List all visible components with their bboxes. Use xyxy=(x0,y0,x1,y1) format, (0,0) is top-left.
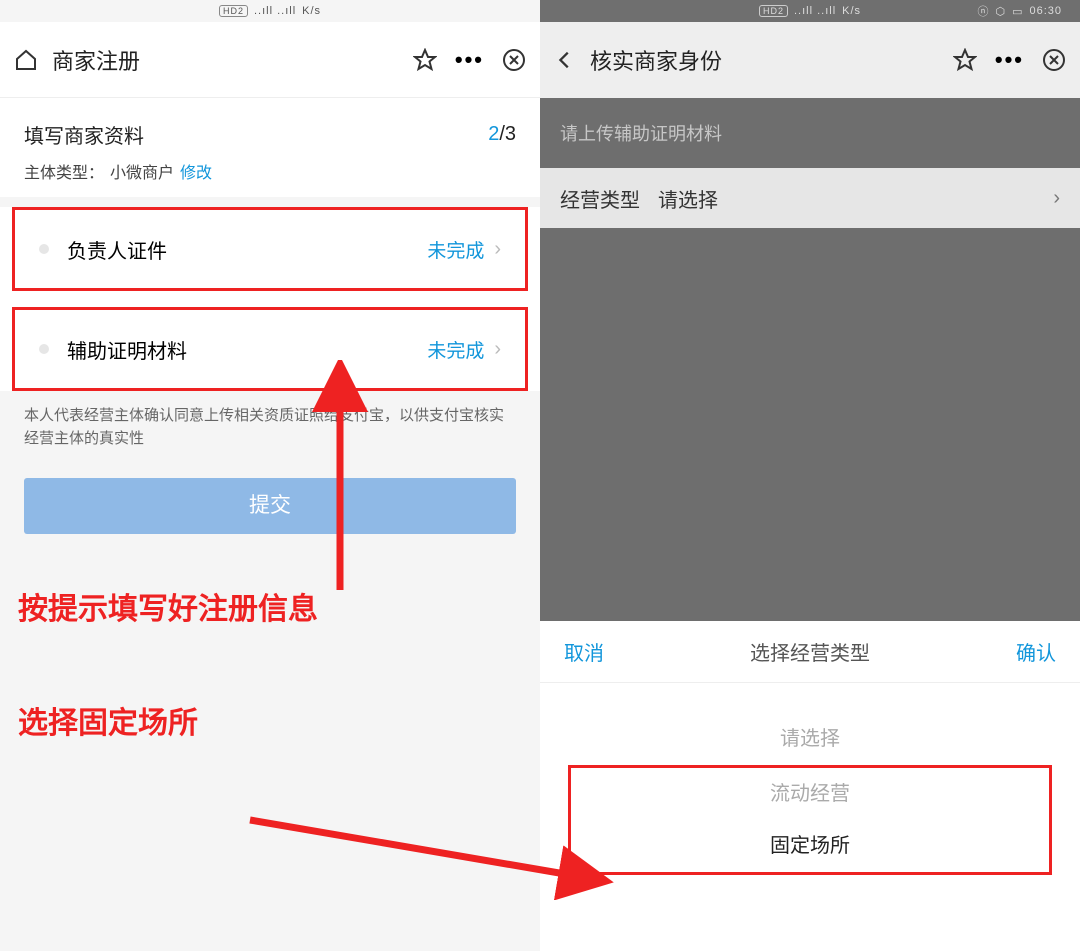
more-icon[interactable]: ••• xyxy=(995,47,1024,73)
left-screen: HD2 ..ıll ..ıll K/s 商家注册 ••• xyxy=(0,0,540,951)
status-bar: HD2 ..ıll ..ıll K/s ⓝ ⬡ ▭ 06:30 xyxy=(540,0,1080,22)
close-icon[interactable] xyxy=(502,48,526,72)
task-list: 负责人证件 未完成 › 辅助证明材料 未完成 › xyxy=(0,207,540,391)
upload-hint: 请上传辅助证明材料 xyxy=(540,98,1080,168)
section-header: 填写商家资料 2/3 主体类型： 小微商户 修改 xyxy=(0,98,540,197)
cancel-button[interactable]: 取消 xyxy=(564,637,604,666)
sheet-title: 选择经营类型 xyxy=(750,637,870,666)
right-screen: HD2 ..ıll ..ıll K/s ⓝ ⬡ ▭ 06:30 核实商家身份 •… xyxy=(540,0,1080,951)
highlight-box-1: 负责人证件 未完成 › xyxy=(12,207,528,291)
modify-link[interactable]: 修改 xyxy=(180,159,212,183)
row-label: 辅助证明材料 xyxy=(67,335,427,364)
picker-options[interactable]: 请选择 流动经营 固定场所 xyxy=(540,683,1080,875)
annotation-text-2: 选择固定场所 xyxy=(0,638,540,752)
submit-button[interactable]: 提交 xyxy=(24,478,516,534)
speed-indicator: K/s xyxy=(842,5,861,17)
row-label: 负责人证件 xyxy=(67,235,427,264)
select-value: 请选择 xyxy=(658,184,718,213)
sheet-header: 取消 选择经营类型 确认 xyxy=(540,621,1080,683)
row-status: 未完成 xyxy=(427,336,484,363)
signal-icon: ..ıll ..ıll xyxy=(254,5,296,17)
titlebar: 核实商家身份 ••• xyxy=(540,22,1080,98)
disclaimer-text: 本人代表经营主体确认同意上传相关资质证照给支付宝，以供支付宝核实经营主体的真实性 xyxy=(0,397,540,468)
clock: 06:30 xyxy=(1029,5,1062,17)
annotation-text-1: 按提示填写好注册信息 xyxy=(0,544,540,638)
star-icon[interactable] xyxy=(953,48,977,72)
battery-icon: ▭ xyxy=(1012,5,1023,18)
row-responsible-id[interactable]: 负责人证件 未完成 › xyxy=(15,210,525,288)
option-fixed[interactable]: 固定场所 xyxy=(571,820,1049,872)
star-icon[interactable] xyxy=(413,48,437,72)
row-status: 未完成 xyxy=(427,236,484,263)
row-supporting-docs[interactable]: 辅助证明材料 未完成 › xyxy=(15,310,525,388)
nfc-icon: ⓝ xyxy=(977,3,989,19)
progress: 2/3 xyxy=(488,123,516,146)
titlebar: 商家注册 ••• xyxy=(0,22,540,98)
subject-type-value: 小微商户 xyxy=(110,159,174,183)
section-title: 填写商家资料 xyxy=(24,120,144,149)
bullet-icon xyxy=(39,244,49,254)
option-mobile[interactable]: 流动经营 xyxy=(571,768,1049,820)
hd-badge: HD2 xyxy=(219,5,248,17)
business-type-row[interactable]: 经营类型 请选择 › xyxy=(540,168,1080,228)
hd-badge: HD2 xyxy=(759,5,788,17)
bullet-icon xyxy=(39,344,49,354)
highlight-box-option: 流动经营 固定场所 xyxy=(568,765,1052,875)
wifi-icon: ⬡ xyxy=(995,5,1006,18)
more-icon[interactable]: ••• xyxy=(455,47,484,73)
back-icon[interactable] xyxy=(554,49,576,71)
status-bar: HD2 ..ıll ..ıll K/s xyxy=(0,0,540,22)
chevron-right-icon: › xyxy=(494,338,501,361)
progress-total: /3 xyxy=(499,123,516,145)
page-title: 商家注册 xyxy=(52,44,399,76)
confirm-button[interactable]: 确认 xyxy=(1016,637,1056,666)
home-icon[interactable] xyxy=(14,48,38,72)
chevron-right-icon: › xyxy=(1053,187,1060,210)
chevron-right-icon: › xyxy=(494,238,501,261)
progress-current: 2 xyxy=(488,123,499,145)
option-placeholder[interactable]: 请选择 xyxy=(540,713,1080,765)
select-label: 经营类型 xyxy=(560,184,640,213)
close-icon[interactable] xyxy=(1042,48,1066,72)
highlight-box-2: 辅助证明材料 未完成 › xyxy=(12,307,528,391)
page-title: 核实商家身份 xyxy=(590,44,939,76)
speed-indicator: K/s xyxy=(302,5,321,17)
picker-sheet: 取消 选择经营类型 确认 请选择 流动经营 固定场所 xyxy=(540,621,1080,951)
signal-icon: ..ıll ..ıll xyxy=(794,5,836,17)
subject-type-label: 主体类型： xyxy=(24,159,104,183)
